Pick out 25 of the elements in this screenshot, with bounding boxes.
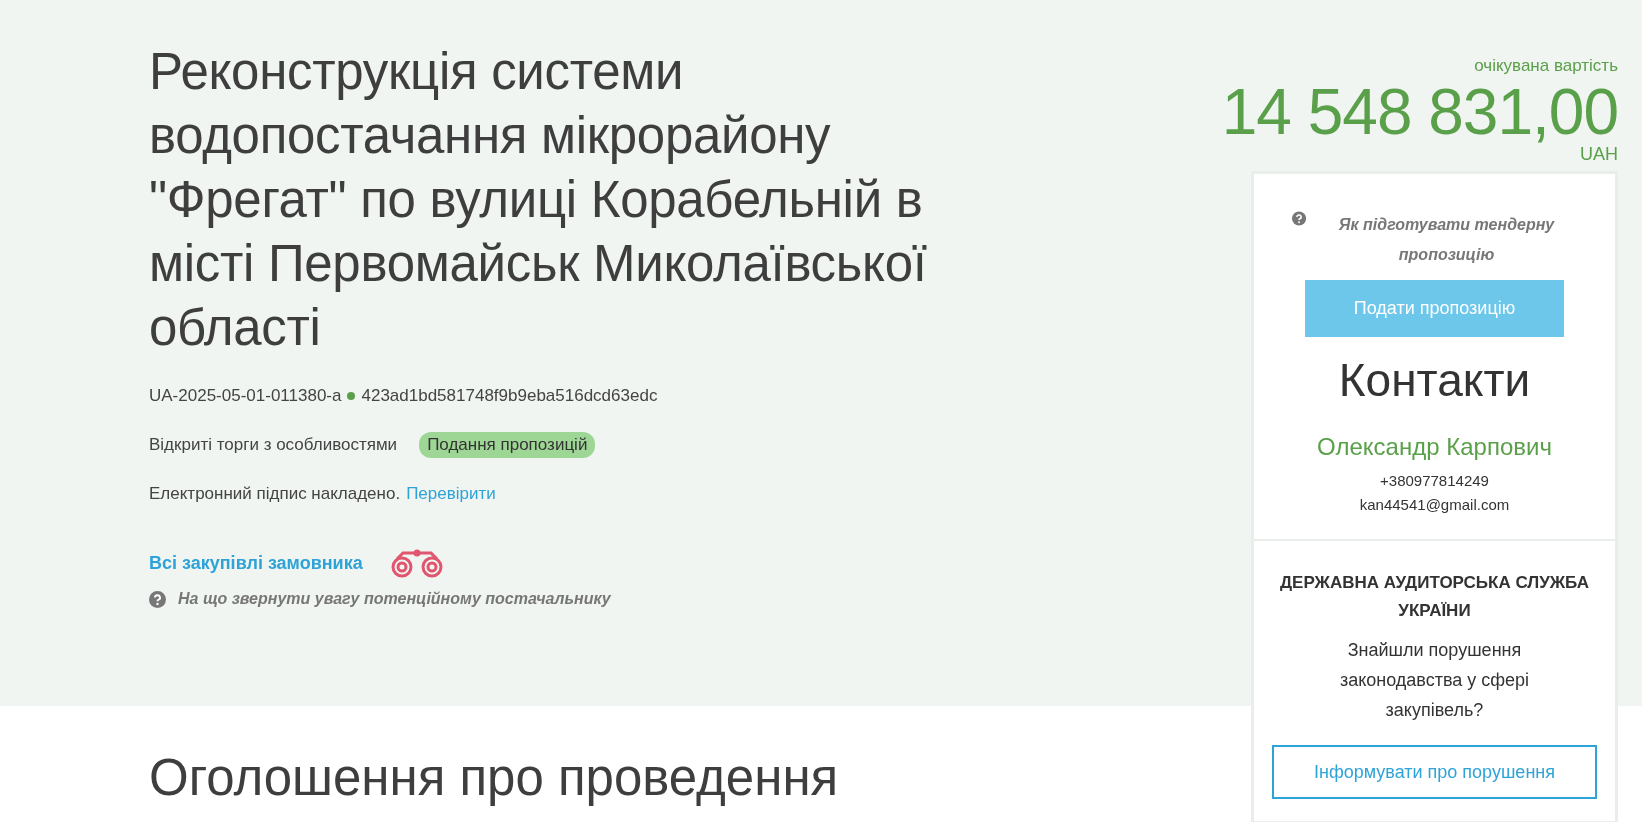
help-icon bbox=[1292, 210, 1307, 227]
section-heading: Оголошення про проведення bbox=[149, 748, 840, 807]
audit-question: Знайшли порушення законодавства у сфері закупівель? bbox=[1338, 639, 1531, 722]
verify-link[interactable]: Перевірити bbox=[406, 484, 496, 504]
submit-proposal-button[interactable]: Подати пропозицію bbox=[1305, 280, 1564, 337]
help-icon bbox=[149, 590, 166, 608]
status-badge: Подання пропозицій bbox=[419, 432, 596, 458]
audit-title: ДЕРЖАВНА АУДИТОРСЬКА СЛУЖБА УКРАЇНИ bbox=[1279, 572, 1590, 622]
tender-title: Реконструкція системи водопостачання мікрорайону "Фрегат" по вулиці Корабельній в місті Первомайськ Миколаївської області bbox=[149, 42, 928, 358]
currency: UAH bbox=[1580, 144, 1618, 165]
contact-name: Олександр Карпович bbox=[1317, 433, 1552, 461]
contact-email: kan44541@gmail.com bbox=[1359, 495, 1510, 515]
tender-hash: 423ad1bd581748f9b9eba516dcd63edc bbox=[361, 386, 658, 406]
proposal-help-link[interactable]: Як підготувати тендерну пропозицію bbox=[1316, 210, 1577, 270]
signature-text: Електронний підпис накладено. bbox=[149, 484, 401, 504]
price-label: очікувана вартість bbox=[1474, 56, 1618, 76]
tender-id: UA-2025-05-01-011380-a bbox=[149, 386, 342, 406]
contacts-heading: Контакти bbox=[1338, 353, 1531, 407]
price-amount: 14 548 831,00 bbox=[1221, 80, 1618, 144]
procedure-type: Відкриті торги з особливостями bbox=[149, 435, 398, 455]
status-dot bbox=[347, 392, 356, 400]
buyer-procurements-link[interactable]: Всі закупівлі замовника bbox=[149, 552, 363, 574]
hint-link[interactable]: На що звернути увагу потенційному постачальнику bbox=[178, 590, 611, 608]
report-violation-button[interactable]: Інформувати про порушення bbox=[1272, 745, 1597, 799]
contact-phone: +380977814249 bbox=[1379, 471, 1490, 491]
